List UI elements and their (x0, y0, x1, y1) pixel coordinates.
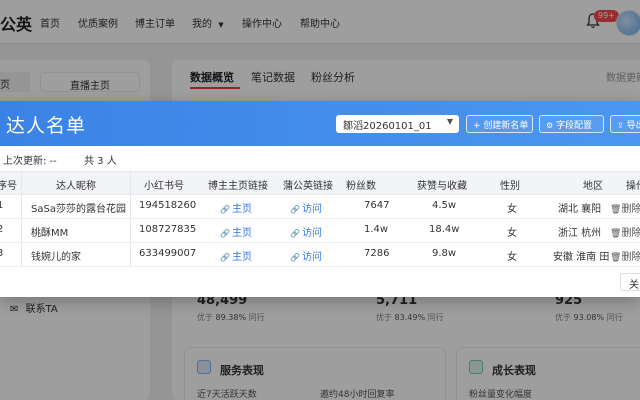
link-icon: 🔗 (220, 229, 230, 238)
row-1-xhs-id: 194518260 (139, 200, 197, 211)
modal-header: 达人名单 鄒滔20260101_01 ▼ + 创建新名单 ⚙ 字段配置 ⇪ 导出 (0, 101, 640, 146)
row-2-nickname: 桃酥MM (31, 228, 69, 239)
create-list-button[interactable]: + 创建新名单 (466, 115, 533, 133)
row-2-xhs-id: 108727835 (139, 224, 197, 235)
row-divider (0, 218, 640, 219)
column-divider (130, 171, 131, 267)
trash-icon: 🗑 (610, 229, 622, 239)
column-header-gender: 性别 (500, 181, 520, 192)
row-2-fans: 1.4w (364, 224, 389, 235)
row-3-delete-button[interactable]: 🗑删除 (610, 248, 640, 263)
influencer-list-modal: 达人名单 鄒滔20260101_01 ▼ + 创建新名单 ⚙ 字段配置 ⇪ 导出 (0, 101, 640, 297)
export-button[interactable]: ⇪ 导出 (610, 115, 640, 133)
field-config-button[interactable]: ⚙ 字段配置 (539, 115, 604, 133)
export-label: 导出 (626, 121, 640, 131)
row-2-index: 2 (0, 224, 4, 235)
last-update-label: 上次更新: -- (3, 156, 57, 167)
row-3-xhs-id: 633499007 (139, 248, 197, 259)
column-header-fans: 粉丝数 (346, 181, 376, 192)
row-2-gender: 女 (507, 228, 517, 239)
link-icon: 🔗 (290, 205, 300, 214)
row-divider (0, 266, 640, 267)
row-2-pgy-link[interactable]: 🔗 访问 (290, 224, 322, 239)
link-icon: 🔗 (220, 253, 230, 262)
row-2-delete-button[interactable]: 🗑删除 (610, 224, 640, 239)
link-icon: 🔗 (290, 253, 300, 262)
row-1-fans: 7647 (364, 200, 390, 211)
row-1-delete-button[interactable]: 🗑删除 (610, 200, 640, 215)
row-3-nickname: 钱婉儿的家 (31, 252, 81, 263)
link-icon: 🔗 (220, 205, 230, 214)
row-3-home-link[interactable]: 🔗 主页 (220, 248, 252, 263)
row-1-index: 1 (0, 200, 4, 211)
row-divider (0, 242, 640, 243)
row-1-nickname: SaSa莎莎的露台花园 (31, 204, 126, 215)
row-3-likes: 9.8w (432, 248, 457, 259)
row-3-fans: 7286 (364, 248, 390, 259)
row-2-likes: 18.4w (429, 224, 460, 235)
field-config-label: 字段配置 (556, 121, 593, 131)
column-header-nickname: 达人昵称 (56, 181, 96, 192)
row-2-home-link[interactable]: 🔗 主页 (220, 224, 252, 239)
row-2-region: 浙江 杭州 (558, 228, 602, 239)
modal-title: 达人名单 (6, 115, 87, 137)
gear-icon: ⚙ (546, 121, 554, 130)
row-3-gender: 女 (507, 252, 517, 263)
column-header-region: 地区 (583, 181, 603, 192)
column-header-xhs-id: 小红书号 (144, 181, 184, 192)
row-1-home-link[interactable]: 🔗 主页 (220, 200, 252, 215)
export-icon: ⇪ (617, 121, 624, 130)
column-header-actions: 操作 (626, 181, 640, 192)
row-3-index: 3 (0, 248, 4, 259)
trash-icon: 🗑 (610, 253, 622, 263)
column-header-pgy-link: 蒲公英链接 (283, 181, 333, 192)
column-header-index: 序号 (0, 181, 17, 192)
column-divider (21, 171, 22, 267)
close-button[interactable]: 关 (620, 273, 640, 291)
list-select[interactable]: 鄒滔20260101_01 ▼ (336, 115, 459, 133)
row-3-pgy-link[interactable]: 🔗 访问 (290, 248, 322, 263)
link-icon: 🔗 (290, 229, 300, 238)
row-1-gender: 女 (507, 204, 517, 215)
column-header-likes: 获赞与收藏 (417, 181, 467, 192)
row-1-pgy-link[interactable]: 🔗 访问 (290, 200, 322, 215)
row-3-region: 安徽 淮南 田 (553, 252, 610, 263)
list-select-value: 鄒滔20260101_01 (343, 121, 432, 132)
trash-icon: 🗑 (610, 205, 622, 215)
row-1-region: 湖北 襄阳 (558, 204, 602, 215)
total-count-label: 共 3 人 (84, 156, 117, 167)
row-1-likes: 4.5w (432, 200, 457, 211)
chevron-down-icon: ▼ (446, 117, 453, 126)
column-header-home-link: 博主主页链接 (208, 181, 268, 192)
